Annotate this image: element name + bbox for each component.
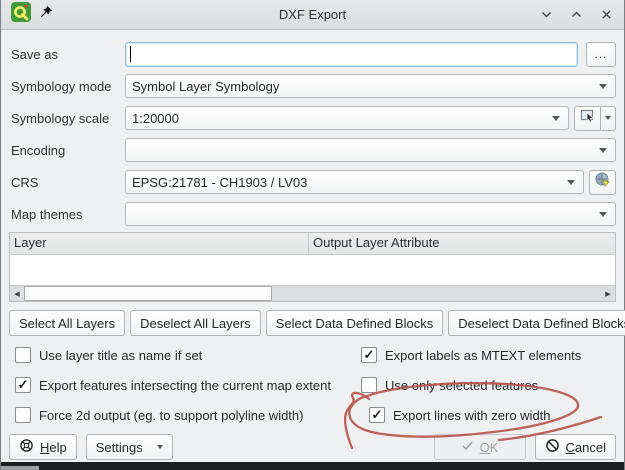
crs-value: EPSG:21781 - CH1903 / LV03 [132, 175, 307, 190]
chevron-down-icon [605, 116, 611, 120]
select-data-defined-blocks-button[interactable]: Select Data Defined Blocks [266, 310, 444, 336]
symbology-scale-select[interactable]: 1:20000 [125, 106, 569, 130]
dialog-content: Save as ... Symbology mode Symbol Layer … [1, 30, 624, 462]
checkbox-force-2d-output[interactable]: ✓ Force 2d output (eg. to support polyli… [15, 407, 361, 423]
column-header-output-layer-attribute[interactable]: Output Layer Attribute [309, 233, 615, 254]
select-crs-button[interactable] [589, 170, 616, 195]
deselect-data-defined-blocks-button[interactable]: Deselect Data Defined Blocks [448, 310, 625, 336]
symbology-mode-value: Symbol Layer Symbology [132, 79, 279, 94]
checkbox-label: Force 2d output (eg. to support polyline… [39, 408, 303, 423]
chevron-down-icon [599, 148, 607, 153]
close-button-x-icon[interactable] [598, 7, 614, 23]
cancel-button[interactable]: Cancel [535, 434, 616, 460]
ok-label: OK [480, 440, 499, 455]
checkbox-box[interactable]: ✓ [369, 407, 385, 423]
checkmark-icon: ✓ [364, 348, 375, 361]
titlebar: DXF Export [1, 0, 624, 30]
column-header-layer[interactable]: Layer [10, 233, 309, 254]
checkbox-box[interactable]: ✓ [15, 407, 31, 423]
checkbox-box[interactable]: ✓ [361, 377, 377, 393]
symbology-mode-label: Symbology mode [9, 79, 125, 94]
select-all-layers-button[interactable]: Select All Layers [9, 310, 125, 336]
scrollbar-thumb[interactable] [24, 286, 272, 301]
encoding-row: Encoding [9, 134, 616, 166]
checkbox-intersecting-extent[interactable]: ✓ Export features intersecting the curre… [15, 377, 361, 393]
checkbox-box[interactable]: ✓ [15, 377, 31, 393]
map-themes-select[interactable] [125, 202, 616, 226]
layers-table-body[interactable] [10, 255, 615, 285]
help-button[interactable]: Help [9, 434, 77, 460]
symbology-scale-value: 1:20000 [132, 111, 179, 126]
text-cursor [130, 46, 131, 62]
checkbox-label: Use only selected features [385, 378, 538, 393]
globe-crs-icon [594, 171, 611, 193]
save-as-row: Save as ... [9, 38, 616, 70]
chevron-down-icon [599, 212, 607, 217]
symbology-scale-label: Symbology scale [9, 111, 125, 126]
save-as-input[interactable] [125, 42, 578, 67]
cancel-label: Cancel [566, 440, 606, 455]
map-themes-row: Map themes [9, 198, 616, 230]
dxf-export-dialog: DXF Export [0, 0, 625, 470]
scroll-right-arrow-icon[interactable]: ▶ [601, 286, 615, 301]
browse-button[interactable]: ... [586, 42, 616, 67]
ok-button[interactable]: OK [434, 434, 526, 460]
ok-check-icon [461, 439, 474, 455]
export-options: ✓ Use layer title as name if set ✓ Expor… [9, 340, 616, 430]
checkbox-export-mtext[interactable]: ✓ Export labels as MTEXT elements [361, 347, 581, 363]
checkbox-label: Export labels as MTEXT elements [385, 348, 581, 363]
set-scale-from-extent-button[interactable] [574, 106, 601, 131]
layer-selection-buttons: Select All Layers Deselect All Layers Se… [9, 310, 616, 336]
chevron-down-icon [552, 116, 560, 121]
chevron-down-icon [567, 180, 575, 185]
checkbox-box[interactable]: ✓ [15, 347, 31, 363]
shade-button-chevron-down-icon[interactable] [538, 7, 554, 23]
checkbox-selected-features-only[interactable]: ✓ Use only selected features [361, 377, 538, 393]
checkbox-export-lines-zero-width[interactable]: ✓ Export lines with zero width [361, 407, 551, 423]
checkbox-label: Export features intersecting the current… [39, 378, 331, 393]
chevron-down-icon [599, 84, 607, 89]
checkbox-label: Export lines with zero width [393, 408, 551, 423]
window-bottom-corner [1, 466, 39, 470]
settings-label: Settings [96, 440, 143, 455]
cancel-prohibition-icon [545, 438, 560, 456]
map-themes-label: Map themes [9, 207, 125, 222]
scroll-left-arrow-icon[interactable]: ◀ [10, 286, 24, 301]
checkmark-icon: ✓ [18, 378, 29, 391]
window-bottom-edge [1, 462, 624, 470]
chevron-down-icon [157, 445, 163, 449]
save-as-label: Save as [9, 47, 125, 62]
dialog-footer: Help Settings OK Cancel [9, 434, 616, 460]
layers-table-header: Layer Output Layer Attribute [10, 233, 615, 255]
symbology-scale-row: Symbology scale 1:20000 [9, 102, 616, 134]
map-extent-cursor-icon [580, 108, 596, 129]
symbology-mode-select[interactable]: Symbol Layer Symbology [125, 74, 616, 98]
deselect-all-layers-button[interactable]: Deselect All Layers [130, 310, 261, 336]
horizontal-scrollbar: ◀ ▶ [10, 285, 615, 301]
help-label: Help [40, 440, 67, 455]
crs-label: CRS [9, 175, 125, 190]
help-lifebuoy-icon [19, 438, 34, 456]
dialog-title: DXF Export [1, 7, 624, 22]
crs-row: CRS EPSG:21781 - CH1903 / LV03 [9, 166, 616, 198]
scrollbar-track[interactable] [24, 286, 601, 301]
crs-select[interactable]: EPSG:21781 - CH1903 / LV03 [125, 170, 584, 194]
maximize-button-chevron-up-icon[interactable] [568, 7, 584, 23]
settings-button[interactable]: Settings [86, 434, 173, 460]
encoding-label: Encoding [9, 143, 125, 158]
checkbox-label: Use layer title as name if set [39, 348, 202, 363]
checkmark-icon: ✓ [372, 408, 383, 421]
symbology-mode-row: Symbology mode Symbol Layer Symbology [9, 70, 616, 102]
scale-options-dropdown-button[interactable] [601, 106, 616, 131]
encoding-select[interactable] [125, 138, 616, 162]
layers-table: Layer Output Layer Attribute ◀ ▶ [9, 232, 616, 302]
checkbox-use-layer-title[interactable]: ✓ Use layer title as name if set [15, 347, 361, 363]
checkbox-box[interactable]: ✓ [361, 347, 377, 363]
